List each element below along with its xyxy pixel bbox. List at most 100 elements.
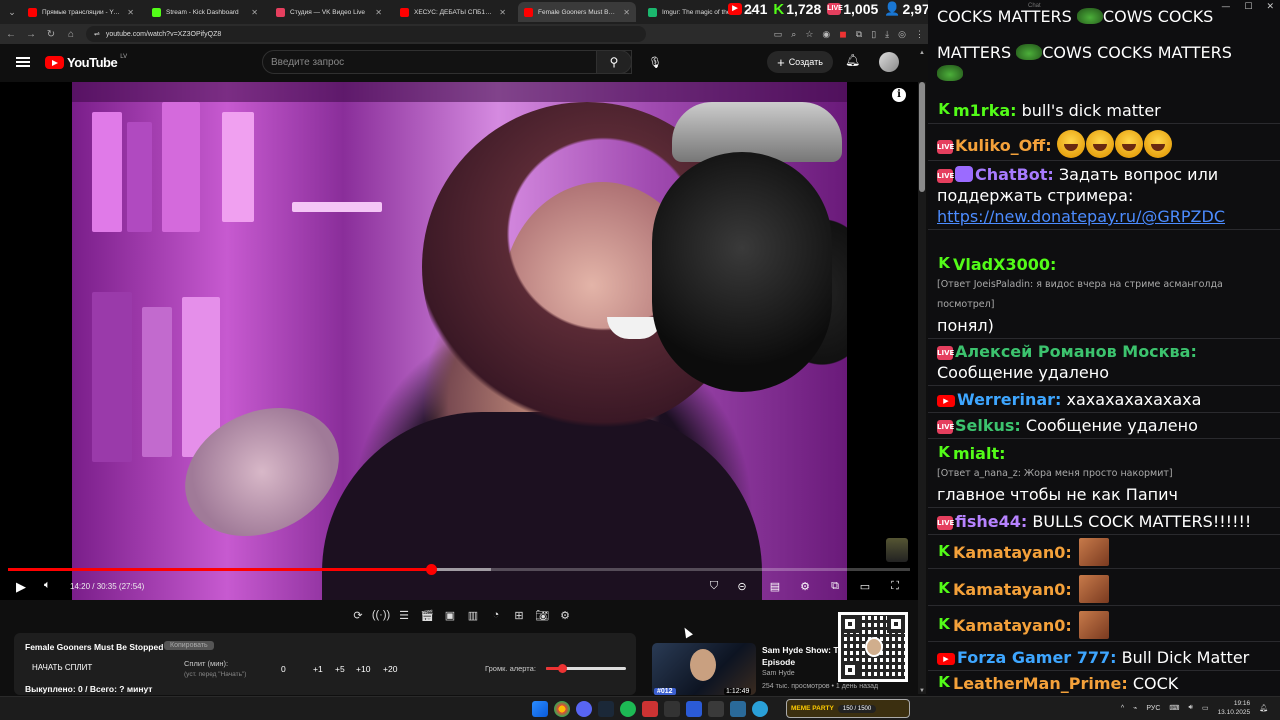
browser-tab[interactable]: Прямые трансляции - YouTube ✕ [22,2,140,22]
related-video-channel[interactable]: Sam Hyde [762,670,795,677]
related-video-title-line2[interactable]: Episode [762,657,795,667]
app-blue-icon[interactable] [730,701,746,717]
fullscreen-icon[interactable]: ⛶ [887,578,903,594]
chat-username[interactable]: Kamatayan0: [953,616,1072,635]
increment-10-button[interactable]: +10 [356,664,370,674]
chat-username[interactable]: Kamatayan0: [953,580,1072,599]
app-red-icon[interactable] [642,701,658,717]
tab-close-icon[interactable]: ✕ [499,8,506,17]
video-player[interactable]: i ▶ 🔈︎ 14:20 / 30:35 (27:54) ⛉ ⊝ ▤ ⚙ ⧉ ▭… [0,82,918,600]
zoom-icon[interactable]: ⌕ [791,29,796,40]
increment-20-button[interactable]: +20 [383,664,397,674]
scroll-down-arrow-icon[interactable]: ▼ [919,688,925,694]
profile-icon[interactable]: ◎ [898,29,906,40]
extensions-puzzle-icon[interactable]: ⧉ [856,29,862,40]
youtube-logo[interactable]: YouTube LV [45,54,127,70]
chat-username[interactable]: m1rka: [953,101,1017,120]
extension-red-icon[interactable]: ◼ [839,29,846,40]
chat-message[interactable]: MATTERS COWS COCKS MATTERS [928,40,1280,86]
alert-volume-handle[interactable] [558,664,567,673]
discord-icon[interactable] [576,701,592,717]
steam-icon[interactable] [598,701,614,717]
tab-close-icon[interactable]: ✕ [127,8,134,17]
notifications-icon[interactable]: 🔔︎ [1259,704,1268,712]
chat-message[interactable]: Km1rka: bull's dick matter [928,98,1280,124]
download-icon[interactable]: ⤓ [885,29,889,40]
volume-icon[interactable]: 🔈︎ [44,579,51,592]
cast-icon[interactable]: ▭ [774,29,783,40]
clock[interactable]: 19:16 13.10.2025 [1218,699,1251,717]
donation-link[interactable]: https://new.donatepay.ru/@GRPZDC [937,207,1225,226]
split-value[interactable]: 0 [281,664,286,674]
search-button[interactable]: ⚲ [596,50,632,74]
chrome-icon[interactable] [554,701,570,717]
extension-icon[interactable]: ◉ [822,29,830,40]
copy-button[interactable]: Копировать [164,641,214,650]
speaker-icon[interactable]: 🔊︎ [1189,704,1193,712]
reload-icon[interactable]: ↻ [46,29,56,40]
chat-username[interactable]: VladX3000: [953,255,1056,274]
chat-message[interactable]: K LeatherMan_Prime: COCK [928,671,1280,696]
tab-close-icon[interactable]: ✕ [375,8,382,17]
chat-username[interactable]: Алексей Романов Москва: [955,342,1197,361]
tray-app-icon[interactable]: ⌁ [1133,704,1137,712]
settings-gear-icon[interactable]: ⚙ [797,578,813,594]
sponsorblock-icon[interactable]: ⛉ [706,578,722,594]
sidebar-icon[interactable]: ▯ [871,29,876,40]
alert-volume-slider[interactable] [546,664,626,673]
chat-username[interactable]: Forza Gamer 777: [957,648,1117,667]
playlist-icon[interactable]: ☰ [396,607,412,623]
start-split-button[interactable]: НАЧАТЬ СПЛИТ [32,663,92,672]
chat-username[interactable]: Kuliko_Off: [955,136,1052,155]
hamburger-menu-icon[interactable] [16,57,30,67]
home-icon[interactable]: ⌂ [66,29,76,40]
back-icon[interactable]: ← [6,29,16,40]
minimize-icon[interactable]: — [1221,2,1230,12]
loop-icon[interactable]: ⟳ [350,607,366,623]
browser-tab[interactable]: ХЕСУС: ДЕБАТЫ СПБ1703 И М ✕ [394,2,512,22]
autoplay-toggle[interactable]: ⊝ [734,578,750,594]
chat-username[interactable]: mialt: [953,444,1005,463]
chat-message[interactable]: LIVEАлексей Романов Москва: Сообщение уд… [928,339,1280,386]
telegram-icon[interactable] [752,701,768,717]
forward-icon[interactable]: → [26,29,36,40]
chat-username[interactable]: LeatherMan_Prime: [953,674,1128,693]
menu-dots-icon[interactable]: ⋮ [915,29,924,40]
chat-username[interactable]: fishe44: [955,512,1027,531]
film-icon[interactable]: ▥ [465,607,481,623]
chat-message[interactable]: LIVE ChatBot: Задать вопрос или поддержат… [928,162,1280,230]
info-icon[interactable]: i [892,88,906,102]
create-button[interactable]: + Создать [767,51,833,73]
screenshot-camera-icon[interactable]: 📷︎ [534,607,550,623]
increment-5-button[interactable]: +5 [335,664,345,674]
site-info-icon[interactable]: ⇌ [94,30,100,38]
browser-tab[interactable]: Stream - Kick Dashboard ✕ [146,2,264,22]
windows-start-icon[interactable] [532,701,548,717]
theater-mode-icon[interactable]: ▭ [857,578,873,594]
video-frame[interactable] [72,82,847,600]
play-icon[interactable]: ▶ [16,579,26,595]
browser-tab[interactable]: Студия — VK Видео Live ✕ [270,2,388,22]
clapper-icon[interactable]: 🎬︎ [419,607,435,623]
subtitles-icon[interactable]: ▤ [767,578,783,594]
explorer-icon[interactable] [708,701,724,717]
chat-message[interactable]: K Kamatayan0: [928,609,1280,642]
chat-message[interactable]: Kmialt: [Ответ a_nana_z: Жора меня прост… [928,441,1280,508]
chat-message[interactable]: ▶ Forza Gamer 777: Bull Dick Matter [928,645,1280,671]
close-icon[interactable]: ✕ [1266,2,1274,12]
increment-1-button[interactable]: +1 [313,664,323,674]
language-indicator[interactable]: РУС [1146,705,1160,712]
chat-username[interactable]: Kamatayan0: [953,543,1072,562]
spotify-icon[interactable] [620,701,636,717]
multistream-chat[interactable]: — ☐ ✕ COCKS MATTERS COWS COCKS MATTERS CO… [928,0,1280,696]
chat-message[interactable]: K VladX3000: [Ответ JoeisPaladin: я видос… [928,252,1280,339]
tab-search-icon[interactable]: ⌄ [4,4,20,20]
bookmark-star-icon[interactable]: ☆ [805,29,813,40]
chat-message[interactable]: ▶ Werrerinar: хахахахахахаха [928,387,1280,413]
maximize-icon[interactable]: ☐ [1244,2,1252,12]
meme-party-widget[interactable]: MEME PARTY 150 / 1500 [786,699,910,718]
chat-username[interactable]: Selkus: [955,416,1021,435]
chat-message[interactable]: LIVESelkus: Сообщение удалено [928,413,1280,439]
search-input[interactable]: Введите запрос [262,50,632,74]
aspect-ratio-icon[interactable]: ▣ [442,607,458,623]
